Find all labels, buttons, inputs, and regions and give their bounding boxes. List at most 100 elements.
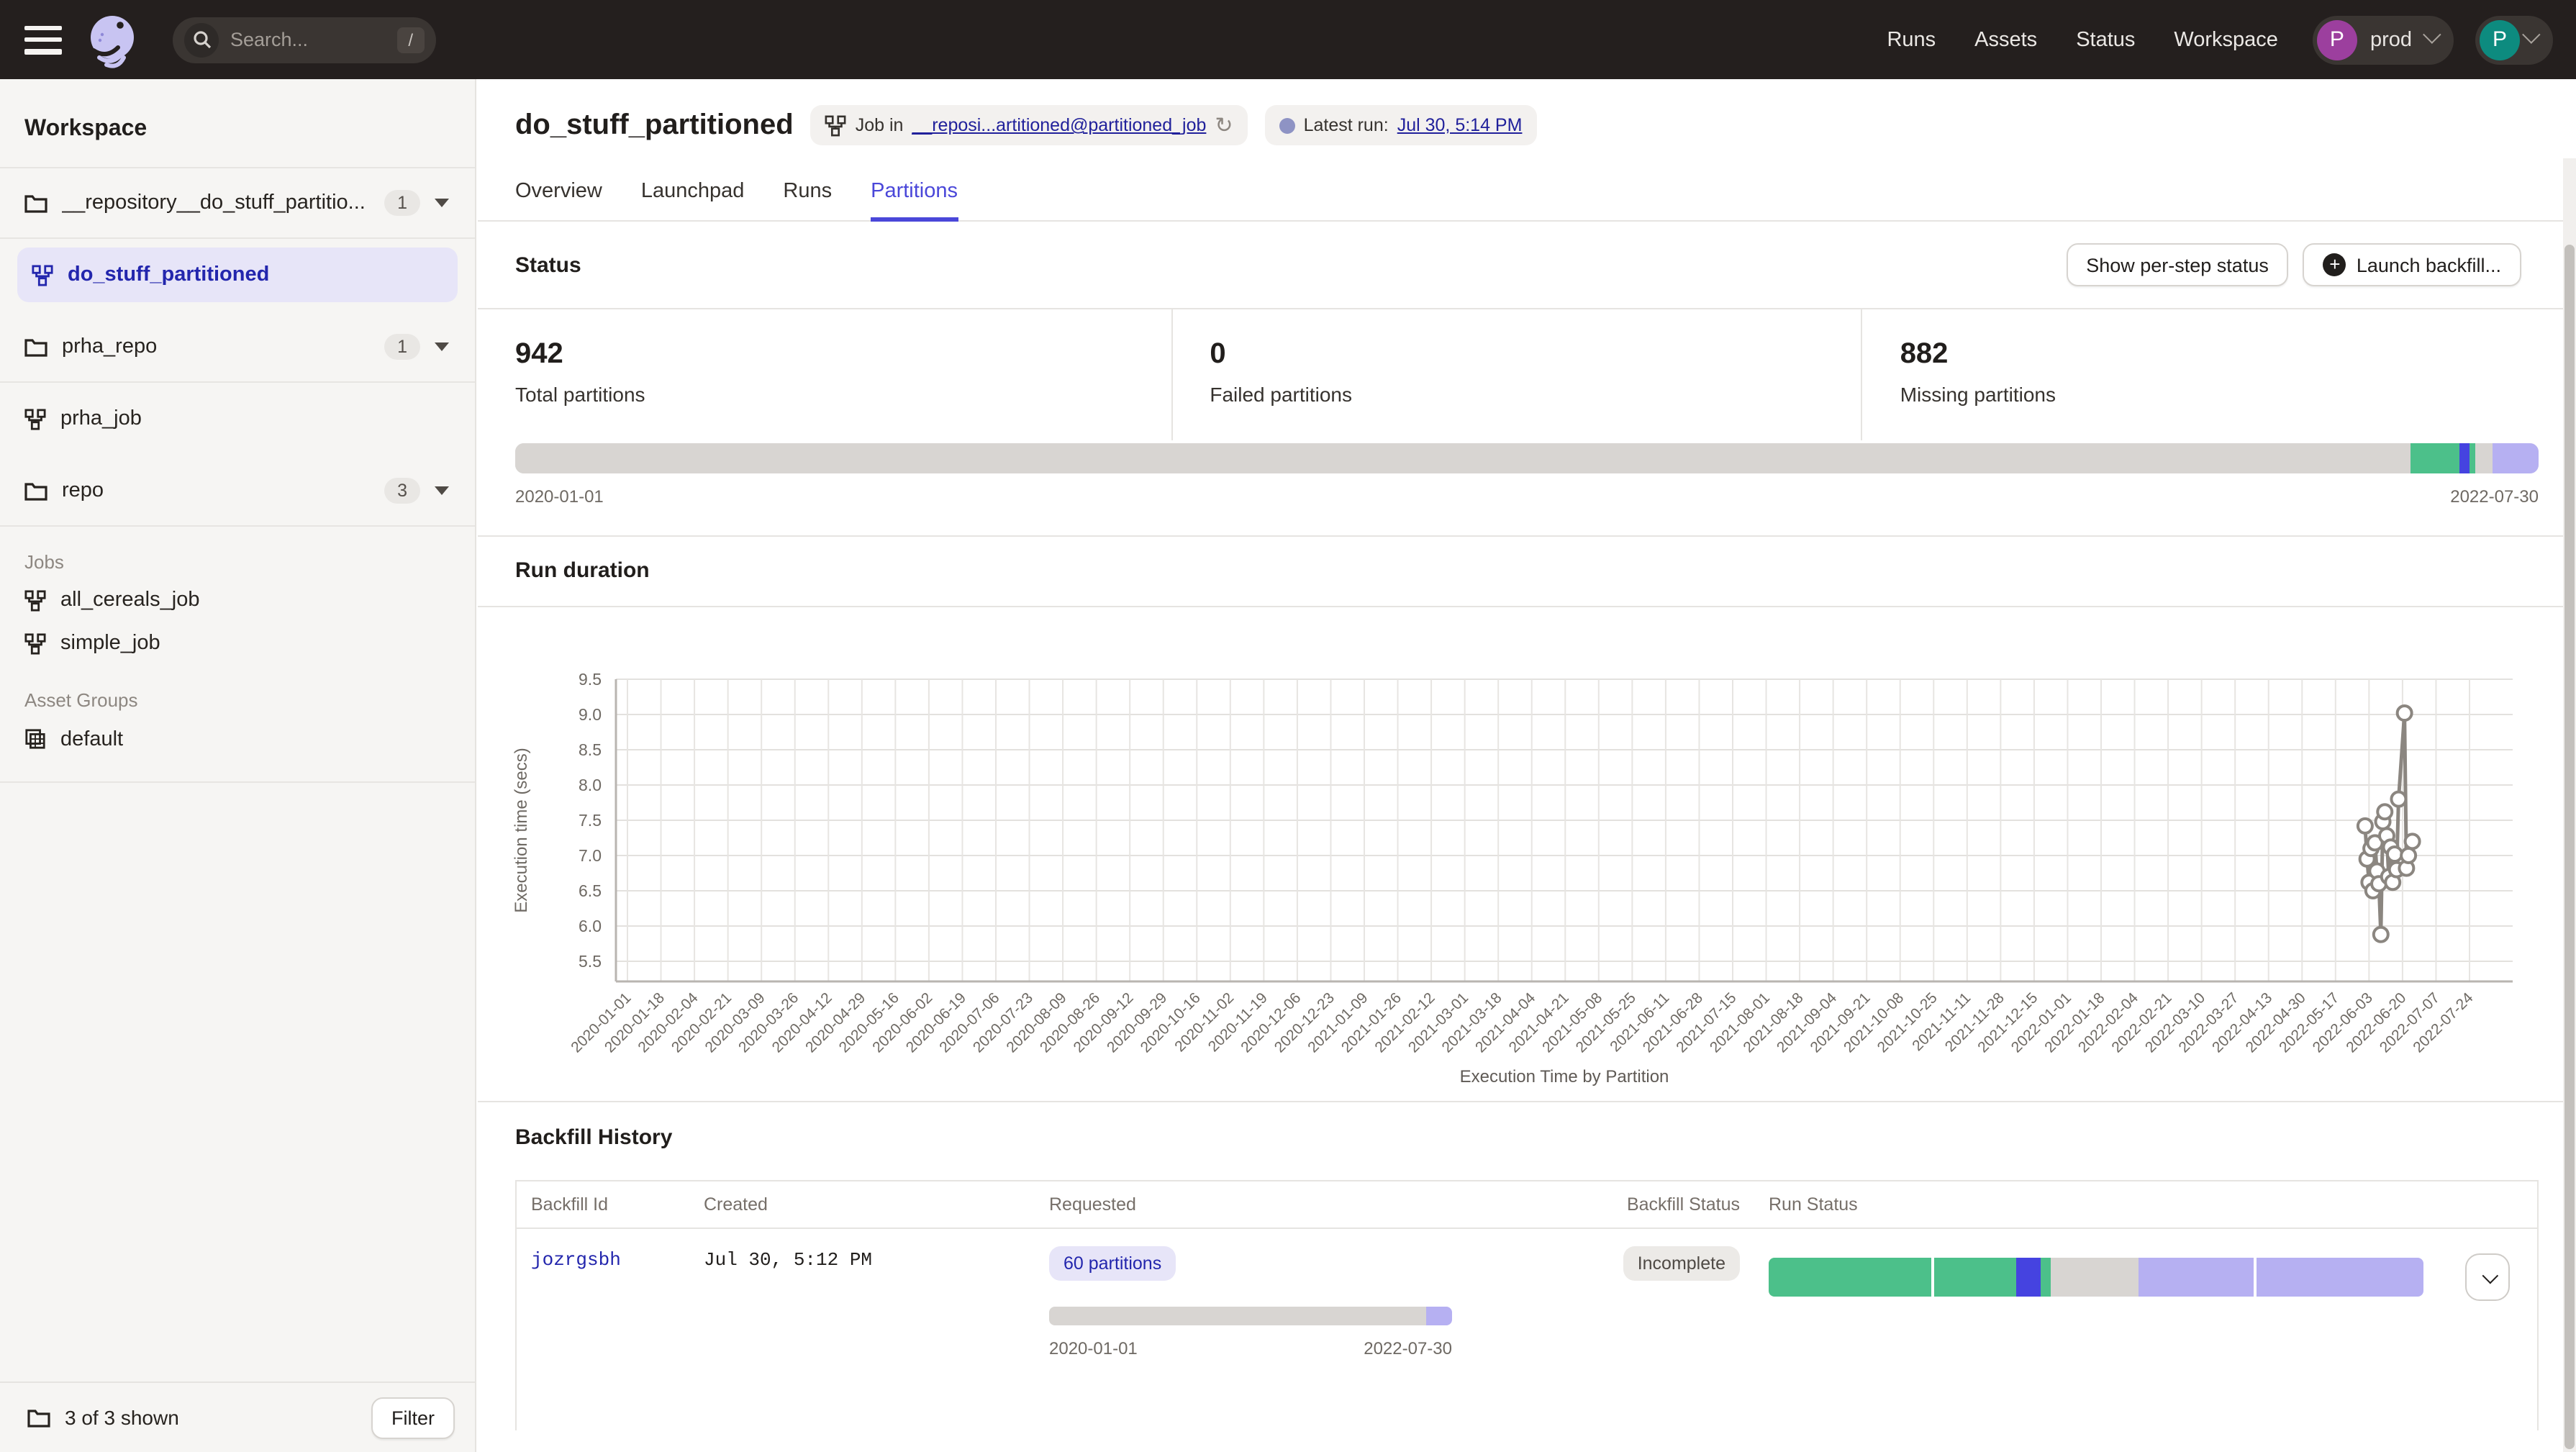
asset-group-icon	[24, 728, 46, 750]
tab-bar: Overview Launchpad Runs Partitions	[515, 180, 2539, 220]
sidebar-section-label: Asset Groups	[0, 665, 475, 717]
svg-text:Execution Time by Partition: Execution Time by Partition	[1460, 1067, 1669, 1086]
stat-value: 882	[1900, 338, 2539, 371]
main-content: do_stuff_partitioned Job in __reposi...a…	[478, 79, 2576, 1452]
tab-launchpad[interactable]: Launchpad	[641, 180, 745, 220]
sidebar-item-all_cereals_job[interactable]: all_cereals_job	[0, 578, 475, 622]
stat-label: Missing partitions	[1900, 383, 2539, 406]
show-per-step-status-button[interactable]: Show per-step status	[2066, 243, 2289, 286]
refresh-icon[interactable]: ↻	[1215, 112, 1233, 138]
user-avatar: P	[2480, 19, 2520, 60]
requested-range-start: 2020-01-01	[1049, 1338, 1138, 1358]
sidebar-section-label: Jobs	[0, 527, 475, 578]
svg-text:9.0: 9.0	[579, 705, 602, 724]
vertical-scrollbar[interactable]	[2563, 158, 2576, 1452]
search-icon	[184, 22, 219, 57]
column-header-backfill-id: Backfill Id	[517, 1181, 689, 1228]
svg-text:8.0: 8.0	[579, 776, 602, 794]
folder-icon	[24, 480, 47, 500]
sidebar-item-default[interactable]: default	[0, 717, 475, 783]
launch-backfill-button[interactable]: +Launch backfill...	[2303, 243, 2521, 286]
latest-run-tag: Latest run: Jul 30, 5:14 PM	[1265, 105, 1537, 145]
latest-run-link[interactable]: Jul 30, 5:14 PM	[1397, 115, 1523, 135]
column-header-backfill-status: Backfill Status	[1466, 1181, 1754, 1228]
requested-partitions-chip[interactable]: 60 partitions	[1049, 1246, 1176, 1281]
backfill-status-badge: Incomplete	[1623, 1246, 1740, 1281]
nav-link-runs[interactable]: Runs	[1887, 28, 1936, 51]
svg-text:7.5: 7.5	[579, 811, 602, 830]
svg-text:9.5: 9.5	[579, 670, 602, 689]
nav-link-assets[interactable]: Assets	[1974, 28, 2037, 51]
caret-down-icon[interactable]	[435, 486, 449, 494]
sidebar-footer: 3 of 3 shown Filter	[0, 1381, 475, 1452]
svg-text:5.5: 5.5	[579, 952, 602, 971]
stat-value: 0	[1210, 338, 1823, 371]
stat-missing-partitions: 882 Missing partitions	[1861, 309, 2576, 440]
job-icon	[24, 408, 46, 430]
svg-text:8.5: 8.5	[579, 740, 602, 759]
search-shortcut-key: /	[396, 27, 425, 53]
column-header-created: Created	[689, 1181, 1035, 1228]
column-header-requested: Requested	[1035, 1181, 1466, 1228]
dagster-logo[interactable]	[83, 11, 141, 68]
partition-range-start: 2020-01-01	[515, 486, 604, 507]
backfill-id-link[interactable]: jozrgsbh	[531, 1249, 621, 1271]
stat-label: Total partitions	[515, 383, 1133, 406]
backfill-table: Backfill IdCreatedRequestedBackfill Stat…	[515, 1180, 2539, 1430]
search-input[interactable]: Search... /	[173, 17, 436, 63]
scrollbar-thumb[interactable]	[2564, 245, 2575, 1449]
requested-progress-bar	[1049, 1307, 1452, 1325]
stat-total-partitions: 942 Total partitions	[478, 309, 1171, 440]
filter-button[interactable]: Filter	[371, 1397, 455, 1438]
run-status-dot	[1279, 117, 1295, 133]
menu-icon[interactable]	[24, 25, 62, 54]
caret-down-icon[interactable]	[435, 199, 449, 207]
backfill-history-heading: Backfill History	[515, 1125, 672, 1150]
svg-text:6.0: 6.0	[579, 917, 602, 935]
workspace-sidebar: Workspace __repository__do_stuff_partiti…	[0, 79, 476, 1452]
partition-range-end: 2022-07-30	[2450, 486, 2539, 507]
sidebar-item-do_stuff_partitioned[interactable]: do_stuff_partitioned	[17, 248, 458, 302]
partition-status-bar-section: 2020-01-01 2022-07-30	[478, 440, 2576, 535]
stat-failed-partitions: 0 Failed partitions	[1171, 309, 1861, 440]
job-icon	[825, 114, 847, 136]
page-title: do_stuff_partitioned	[515, 109, 794, 142]
job-icon	[24, 632, 46, 654]
svg-text:7.0: 7.0	[579, 846, 602, 865]
tab-overview[interactable]: Overview	[515, 180, 602, 220]
sidebar-item-repo[interactable]: repo3	[0, 455, 475, 527]
sidebar-item-__repository__do_stuff_partitio-[interactable]: __repository__do_stuff_partitio...1	[0, 167, 475, 239]
folder-icon	[24, 193, 47, 213]
user-menu[interactable]: P	[2475, 15, 2553, 64]
tab-runs[interactable]: Runs	[783, 180, 832, 220]
run-status-bar[interactable]	[1769, 1258, 2423, 1297]
search-placeholder: Search...	[230, 29, 396, 50]
chevron-down-icon	[2423, 25, 2441, 43]
shown-count: 3 of 3 shown	[65, 1406, 371, 1429]
run-duration-heading: Run duration	[515, 558, 650, 583]
caret-down-icon[interactable]	[435, 342, 449, 350]
svg-text:Execution time (secs): Execution time (secs)	[512, 748, 531, 912]
expand-row-button[interactable]	[2465, 1253, 2510, 1301]
repo-count-badge: 3	[384, 477, 420, 503]
column-header-run-status: Run Status	[1754, 1181, 2438, 1228]
plus-circle-icon: +	[2323, 253, 2346, 276]
partition-status-bar[interactable]	[515, 443, 2539, 473]
job-tag-link[interactable]: __reposi...artitioned@partitioned_job	[912, 115, 1206, 135]
sidebar-item-simple_job[interactable]: simple_job	[0, 622, 475, 665]
nav-links: Runs Assets Status Workspace	[1887, 28, 2278, 51]
repo-count-badge: 1	[384, 190, 420, 216]
run-duration-chart: 9.59.08.58.07.57.06.56.05.52020-01-01202…	[478, 607, 2576, 1101]
latest-run-label: Latest run:	[1304, 115, 1389, 135]
backfill-table-header: Backfill IdCreatedRequestedBackfill Stat…	[517, 1181, 2537, 1229]
sidebar-item-prha_repo[interactable]: prha_repo1	[0, 311, 475, 383]
tab-partitions[interactable]: Partitions	[871, 180, 958, 220]
stat-value: 942	[515, 338, 1133, 371]
deployment-switcher[interactable]: P prod	[2313, 15, 2454, 64]
job-icon	[32, 264, 53, 286]
sidebar-heading: Workspace	[0, 79, 475, 167]
sidebar-item-prha_job[interactable]: prha_job	[0, 383, 475, 455]
nav-link-status[interactable]: Status	[2076, 28, 2135, 51]
nav-link-workspace[interactable]: Workspace	[2174, 28, 2278, 51]
backfill-created: Jul 30, 5:12 PM	[704, 1249, 872, 1271]
